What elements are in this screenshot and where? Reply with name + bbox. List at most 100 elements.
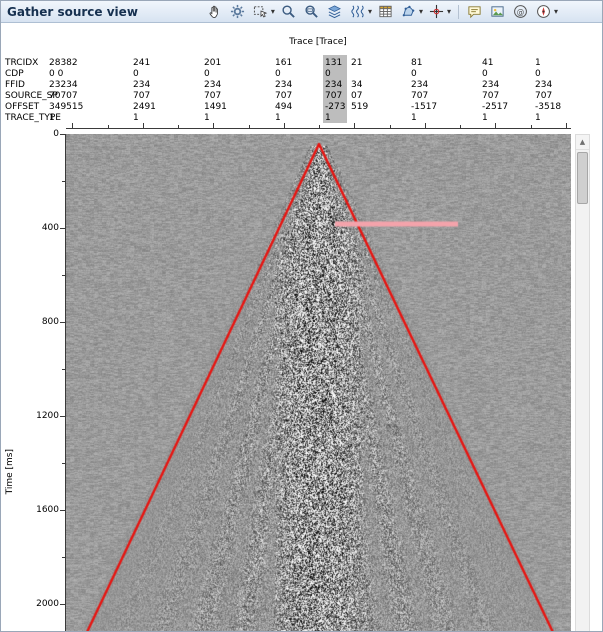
wiggle-display-icon[interactable]	[349, 3, 367, 21]
header-cell: -3518	[535, 102, 562, 112]
picks-polygon-icon[interactable]	[400, 3, 418, 21]
zoom-area-icon[interactable]	[303, 3, 321, 21]
header-cell: 234	[275, 80, 293, 90]
header-cell-selected: 707	[325, 91, 343, 101]
trace-tick	[284, 123, 285, 128]
header-cell: 234	[482, 80, 500, 90]
window-title: Gather source view	[7, 4, 138, 19]
zoom-icon[interactable]	[280, 3, 298, 21]
header-cell: 0	[482, 69, 488, 79]
header-cell-remainder: 519	[351, 102, 369, 112]
time-axis-title: Time [ms]	[5, 449, 15, 495]
time-tick-label: 400	[41, 223, 59, 233]
trace-tick	[354, 123, 355, 128]
header-cell: -2517	[482, 102, 509, 112]
trace-tick	[495, 123, 496, 128]
wiggle-display-dropdown-caret[interactable]: ▾	[368, 7, 372, 16]
trace-tick	[566, 123, 567, 128]
header-row-label-source-sp: SOURCE_SP	[5, 91, 58, 101]
compass-dropdown-caret[interactable]: ▾	[554, 7, 558, 16]
layers-icon[interactable]	[326, 3, 344, 21]
settings-gear-icon[interactable]	[229, 3, 247, 21]
trace-axis-title: Trace [Trace]	[289, 37, 347, 47]
trace-tick	[72, 123, 73, 128]
header-row-label-ffid: FFID	[5, 80, 25, 90]
compass-icon[interactable]	[535, 3, 553, 21]
pan-hand-icon[interactable]	[206, 3, 224, 21]
header-cell-selected: 0	[325, 69, 331, 79]
header-cell: 0	[275, 69, 281, 79]
trace-tick	[213, 123, 214, 128]
time-tick-label: 1600	[36, 505, 59, 515]
header-cell: 1	[535, 58, 541, 68]
header-cell: 707	[275, 91, 293, 101]
header-cell: 23234	[49, 80, 78, 90]
header-row-label-trcidx: TRCIDX	[5, 58, 39, 68]
seismic-canvas[interactable]	[66, 134, 571, 631]
header-cell: 707	[482, 91, 500, 101]
header-cell: 234	[133, 80, 151, 90]
header-cell: 70707	[49, 91, 78, 101]
header-cell: 234	[411, 80, 429, 90]
trace-minor-tick	[107, 125, 109, 128]
header-cell: 1	[482, 113, 488, 123]
header-cell: 349515	[49, 102, 84, 112]
crosshair-icon[interactable]	[428, 3, 446, 21]
header-cell: 494	[275, 102, 293, 112]
header-cell: 1	[49, 113, 55, 123]
header-cell: 234	[204, 80, 222, 90]
trace-minor-tick	[530, 125, 532, 128]
trace-minor-tick	[248, 125, 250, 128]
selection-mode-icon[interactable]	[252, 3, 270, 21]
trace-axis-line	[66, 128, 571, 129]
trace-tick	[143, 123, 144, 128]
header-cell: 0	[411, 69, 417, 79]
selected-trace-highlight	[323, 55, 347, 123]
header-cell: 2491	[133, 102, 156, 112]
gather-source-view-window: Gather source view ▾ ▾ ▾ ▾ @ ▾ Trace [Trace] …	[0, 0, 603, 632]
header-cell: 707	[204, 91, 222, 101]
time-tick-label: 0	[53, 129, 59, 139]
header-row-label-cdp: CDP	[5, 69, 24, 79]
header-cell-remainder: 34	[351, 80, 363, 90]
header-cell: 234	[535, 80, 553, 90]
crosshair-dropdown-caret[interactable]: ▾	[447, 7, 451, 16]
header-cell: 81	[411, 58, 423, 68]
header-cell: 1	[133, 113, 139, 123]
time-tick-label: 2000	[36, 599, 59, 609]
header-cell-selected: 1	[325, 113, 331, 123]
header-cell: -1517	[411, 102, 438, 112]
picks-polygon-dropdown-caret[interactable]: ▾	[419, 7, 423, 16]
header-cell: 707	[133, 91, 151, 101]
header-cell: 707	[535, 91, 553, 101]
selection-mode-dropdown-caret[interactable]: ▾	[271, 7, 275, 16]
time-tick-label: 1200	[36, 411, 59, 421]
toolbar-separator	[457, 4, 459, 19]
header-cell-selected: 131	[325, 58, 343, 68]
trace-minor-tick	[178, 125, 179, 128]
header-cell: 0	[204, 69, 210, 79]
scrollbar-up-button[interactable]: ▲	[576, 135, 589, 150]
toolbar: ▾ ▾ ▾ ▾ @ ▾	[206, 3, 596, 21]
vertical-scrollbar[interactable]: ▲	[575, 134, 590, 631]
up-arrow-icon: ▲	[579, 138, 586, 146]
svg-text:@: @	[517, 7, 525, 16]
header-cell: 1	[535, 113, 541, 123]
header-cell: 707	[411, 91, 429, 101]
header-cell: 241	[133, 58, 151, 68]
comment-icon[interactable]	[466, 3, 484, 21]
time-tick-label: 800	[41, 317, 59, 327]
header-cell: 41	[482, 58, 494, 68]
trace-minor-tick	[460, 125, 461, 128]
spreadsheet-icon[interactable]	[377, 3, 395, 21]
header-cell: 0	[133, 69, 139, 79]
header-cell-selected: 234	[325, 80, 343, 90]
annotation-icon[interactable]: @	[512, 3, 530, 21]
header-cell-remainder: 07	[351, 91, 363, 101]
scrollbar-thumb[interactable]	[577, 152, 588, 204]
trace-minor-tick	[389, 125, 391, 128]
header-cell: 161	[275, 58, 293, 68]
window-titlebar[interactable]: Gather source view ▾ ▾ ▾ ▾ @ ▾	[1, 1, 602, 23]
export-image-icon[interactable]	[489, 3, 507, 21]
header-cell-selected: -273	[325, 102, 346, 112]
